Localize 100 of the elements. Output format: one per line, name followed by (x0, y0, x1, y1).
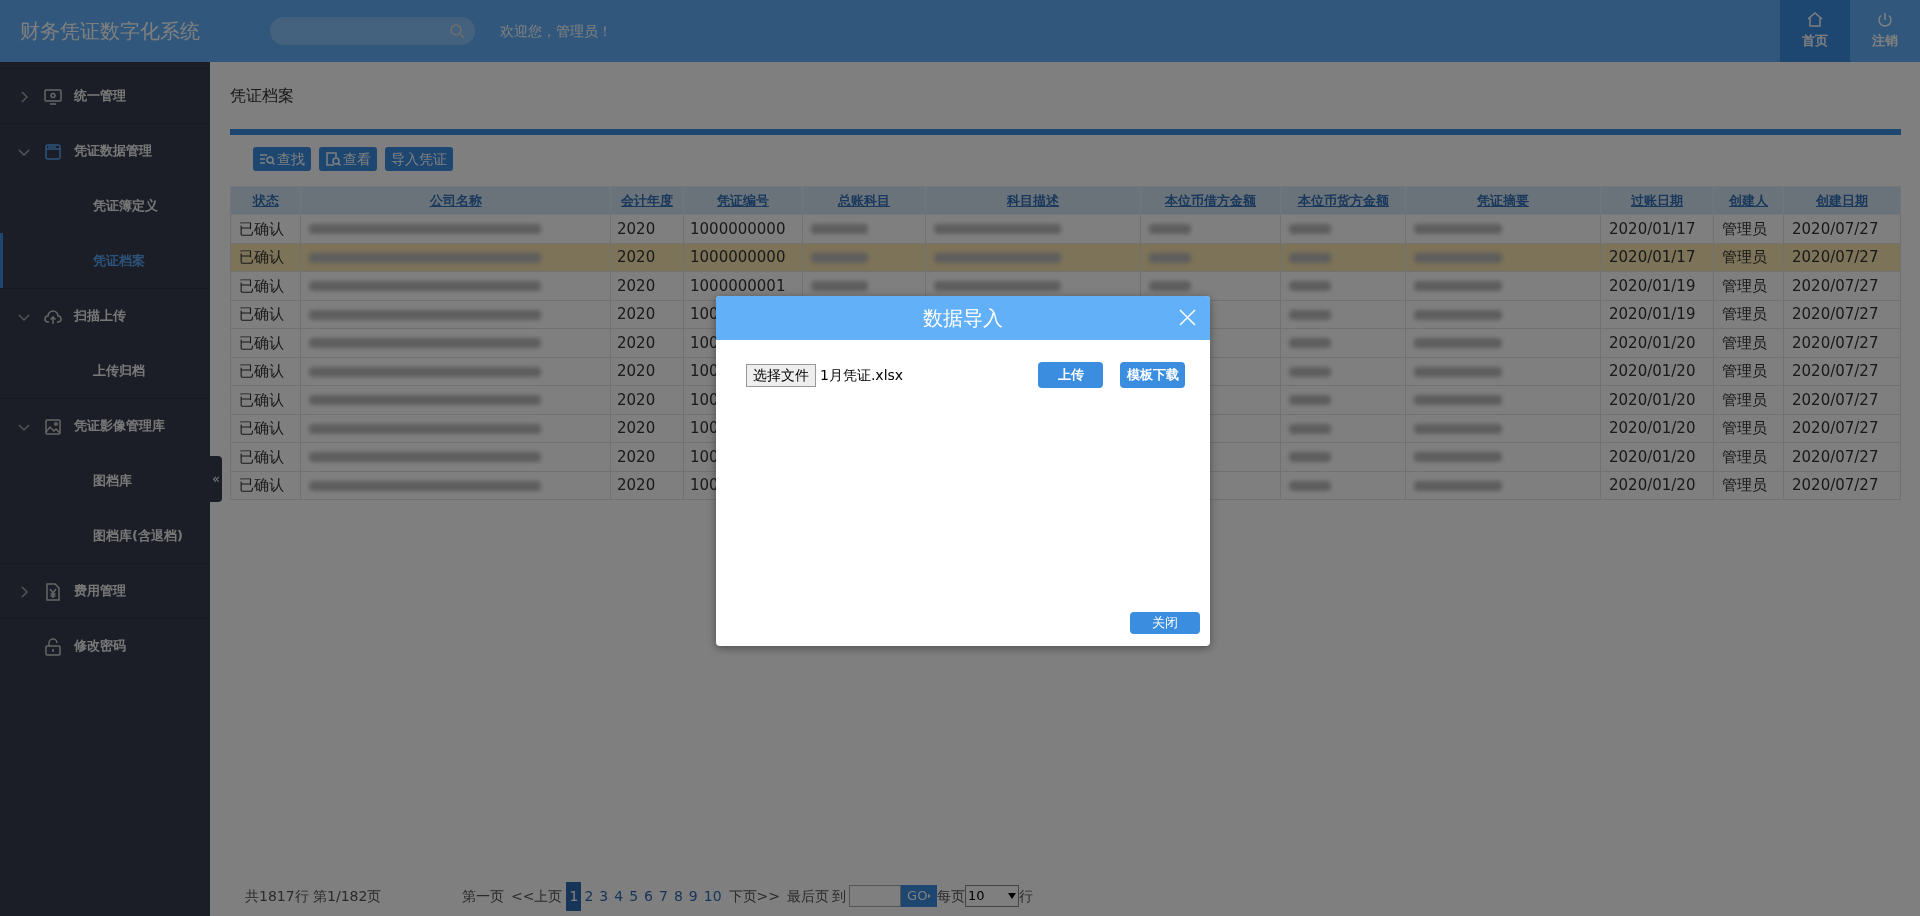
upload-button[interactable]: 上传 (1038, 362, 1103, 388)
toolbar-button[interactable]: 查找 (253, 147, 311, 171)
blurred-text (1149, 224, 1191, 234)
yen-document-icon (44, 582, 62, 601)
per-page-select[interactable]: 10 (965, 885, 1020, 907)
blurred-text (811, 281, 868, 291)
close-icon[interactable] (1179, 309, 1196, 326)
home-icon (1806, 11, 1824, 29)
table-cell: 已确认 (239, 219, 284, 238)
monitor-icon (44, 87, 62, 106)
table-cell: 管理员 (1722, 333, 1767, 352)
table-cell: 2020/07/27 (1792, 419, 1879, 437)
table-cell: 2020 (617, 305, 656, 323)
nav-button[interactable]: 注销 (1850, 0, 1920, 62)
sidebar-item[interactable]: 修改密码 (0, 618, 210, 673)
table-cell: 2020/07/27 (1792, 305, 1879, 323)
last-page-link[interactable]: 最后页 (787, 885, 830, 907)
template-download-button[interactable]: 模板下载 (1120, 362, 1185, 388)
goto-label: 到 (832, 886, 847, 906)
table-cell: 2020/01/20 (1609, 447, 1696, 466)
page-number-link[interactable]: 2 (581, 881, 597, 911)
table-cell: 已确认 (239, 276, 284, 295)
table-cell: 2020/07/27 (1792, 248, 1879, 266)
power-icon (1876, 11, 1894, 29)
table-cell: 已确认 (239, 419, 284, 437)
blurred-text (1289, 281, 1331, 291)
blurred-text (1289, 366, 1331, 377)
table-cell: 管理员 (1722, 248, 1767, 266)
page-number-link[interactable]: 4 (611, 881, 627, 911)
toolbar-button[interactable]: 导入凭证 (385, 147, 453, 171)
sidebar-item[interactable]: 统一管理 (0, 68, 210, 123)
table-cell: 2020/01/19 (1609, 305, 1696, 323)
page-number-link[interactable]: 3 (596, 881, 612, 911)
file-name: 1月凭证.xlsx (820, 365, 904, 385)
sidebar-subitem[interactable]: 上传归档 (0, 343, 210, 398)
table-cell: 管理员 (1722, 219, 1767, 238)
column-header[interactable]: 科目描述 (1007, 192, 1059, 208)
column-header[interactable]: 凭证摘要 (1477, 192, 1529, 208)
sidebar-subitem[interactable]: 图档库 (0, 453, 210, 508)
nav-button[interactable]: 首页 (1780, 0, 1850, 62)
table-cell: 管理员 (1722, 476, 1767, 494)
table-cell: 2020/01/20 (1609, 419, 1696, 437)
blurred-text (1289, 224, 1331, 234)
blurred-text (1289, 395, 1331, 405)
table-cell: 已确认 (239, 333, 284, 352)
table-cell: 2020/01/17 (1609, 248, 1696, 266)
page-number-link[interactable]: 9 (685, 881, 701, 911)
page-number-link[interactable]: 1 (566, 881, 582, 911)
table-cell: 1000000000 (690, 219, 786, 238)
blurred-text (1289, 452, 1331, 462)
table-cell: 已确认 (239, 305, 284, 323)
blurred-text (1289, 423, 1331, 434)
page-number-link[interactable]: 5 (626, 881, 642, 911)
table-cell: 管理员 (1722, 447, 1767, 466)
table-cell: 2020/07/27 (1792, 390, 1879, 409)
table-cell: 2020 (617, 219, 656, 238)
sidebar-item[interactable]: 凭证影像管理库 (0, 398, 210, 453)
sidebar-subitem[interactable]: 凭证簿定义 (0, 178, 210, 233)
sidebar-subitem[interactable]: 凭证档案 (0, 233, 210, 288)
table-cell: 管理员 (1722, 276, 1767, 295)
page-number-link[interactable]: 10 (700, 881, 725, 911)
table-cell: 管理员 (1722, 390, 1767, 409)
first-page-link[interactable]: 第一页 (462, 885, 504, 907)
blurred-text (1289, 480, 1331, 491)
page-number-link[interactable]: 6 (641, 881, 656, 911)
choose-file-button[interactable]: 选择文件 (746, 363, 816, 387)
column-header[interactable]: 公司名称 (429, 192, 482, 208)
sidebar-item[interactable]: 凭证数据管理 (0, 123, 210, 178)
table-cell: 2020 (617, 476, 656, 494)
table-cell: 已确认 (239, 248, 284, 266)
table-row[interactable]: 已确认 2020 1000000000 2020/01/17 管理员 2020/07/27 (230, 214, 1901, 243)
page-number-link[interactable]: 7 (656, 881, 671, 911)
table-cell: 2020 (617, 362, 656, 380)
page-title: 凭证档案 (230, 85, 295, 107)
window-icon (44, 142, 62, 161)
table-cell: 2020 (617, 248, 656, 266)
table-cell: 2020/01/20 (1609, 390, 1696, 409)
collapse-handle[interactable]: « (210, 456, 222, 502)
page-number-field[interactable] (849, 885, 902, 907)
table-cell: 管理员 (1722, 362, 1767, 380)
table-cell: 2020 (617, 419, 656, 437)
close-button[interactable]: 关闭 (1130, 612, 1200, 634)
table-row[interactable]: 已确认 2020 1000000000 2020/01/17 管理员 2020/07/27 (230, 243, 1901, 272)
next-page-link[interactable]: 下页>> (728, 885, 781, 907)
rows-label: 行 (1019, 886, 1034, 906)
table-cell: 管理员 (1722, 305, 1767, 323)
per-page-label: 每页 (937, 886, 966, 906)
toolbar-button[interactable]: 查看 (319, 147, 377, 171)
page-number-link[interactable]: 8 (670, 881, 686, 911)
document-search-icon (325, 151, 341, 167)
table-cell: 2020/01/20 (1609, 476, 1696, 494)
sidebar-item[interactable]: 扫描上传 (0, 288, 210, 343)
page-summary: 共1817行 第1/182页 (245, 886, 383, 906)
sidebar-subitem[interactable]: 图档库(含退档) (0, 508, 210, 563)
blurred-text (1149, 281, 1191, 291)
sidebar-item[interactable]: 费用管理 (0, 563, 210, 618)
go-button[interactable]: GO (901, 885, 938, 907)
previous-page-link[interactable]: <<上页 (511, 885, 563, 907)
blurred-text (811, 252, 868, 263)
table-cell: 已确认 (239, 362, 284, 380)
